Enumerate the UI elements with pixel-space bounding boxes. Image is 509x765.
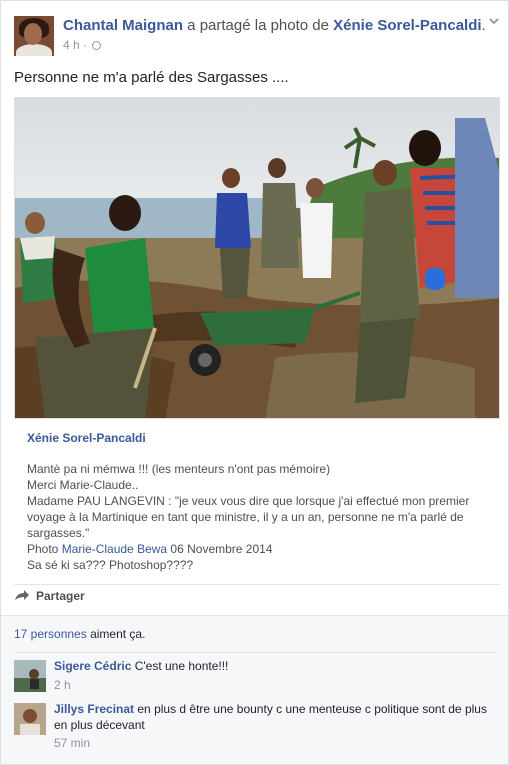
comment-author-link[interactable]: Jillys Frecinat xyxy=(54,702,134,716)
post-headline: Chantal Maignan a partagé la photo de Xé… xyxy=(63,17,486,34)
likes-count-link[interactable]: 17 personnes xyxy=(14,627,87,641)
photo-credit-link[interactable]: Marie-Claude Bewa xyxy=(62,542,167,556)
likes-suffix: aiment ça. xyxy=(86,627,146,641)
caption-body: Mantè pa ni mémwa !!! (les menteurs n'on… xyxy=(27,461,492,573)
likes-summary: 17 personnes aiment ça. xyxy=(14,627,145,641)
post-time[interactable]: 4 h · xyxy=(63,38,87,52)
post-card: Chantal Maignan a partagé la photo de Xé… xyxy=(0,0,509,765)
caption-line: Madame PAU LANGEVIN : "je veux vous dire… xyxy=(27,494,470,508)
share-button[interactable]: Partager xyxy=(14,589,85,603)
target-suffix: . xyxy=(481,17,486,34)
caption-line: sargasses." xyxy=(27,526,90,540)
shared-photo[interactable] xyxy=(14,97,500,419)
author-link[interactable]: Chantal Maignan xyxy=(63,17,183,34)
comment-author-link[interactable]: Sigere Cédric xyxy=(54,659,131,673)
caption-line: Mantè pa ni mémwa !!! (les menteurs n'on… xyxy=(27,462,331,476)
comment-time[interactable]: 2 h xyxy=(54,678,71,692)
caption-line: Merci Marie-Claude.. xyxy=(27,478,139,492)
divider xyxy=(14,652,496,653)
photo-illustration xyxy=(15,98,499,418)
social-panel: 17 personnes aiment ça. Sigere Cédric C'… xyxy=(1,615,508,764)
commenter-avatar[interactable] xyxy=(14,703,46,735)
comment-text: Sigere Cédric C'est une honte!!! xyxy=(54,658,496,674)
author-avatar[interactable] xyxy=(14,16,54,56)
globe-icon xyxy=(92,41,102,50)
post-text: Personne ne m'a parlé des Sargasses .... xyxy=(14,69,289,86)
share-label: Partager xyxy=(36,589,85,603)
caption-line: voyage à la Martinique en tant que minis… xyxy=(27,510,464,524)
post-meta: 4 h · xyxy=(63,38,102,52)
post-header: Chantal Maignan a partagé la photo de Xé… xyxy=(14,14,499,58)
caption-line: Sa sé ki sa??? Photoshop???? xyxy=(27,558,194,572)
comment-body: C'est une honte!!! xyxy=(131,659,229,673)
commenter-avatar[interactable] xyxy=(14,660,46,692)
target-link[interactable]: Xénie Sorel-Pancaldi xyxy=(333,17,481,34)
photo-date: 06 Novembre 2014 xyxy=(167,542,273,556)
action-text: a partagé la photo de xyxy=(183,17,334,34)
comment-text: Jillys Frecinat en plus d être une bount… xyxy=(54,701,496,733)
share-arrow-icon xyxy=(15,590,29,600)
photo-prefix: Photo xyxy=(27,542,62,556)
chevron-down-icon[interactable] xyxy=(489,16,499,26)
caption-photo-line: Photo Marie-Claude Bewa 06 Novembre 2014 xyxy=(27,541,492,557)
caption-author-link[interactable]: Xénie Sorel-Pancaldi xyxy=(27,431,146,445)
comment-time[interactable]: 57 min xyxy=(54,736,90,750)
photo-caption: Xénie Sorel-Pancaldi Mantè pa ni mémwa !… xyxy=(14,426,500,585)
